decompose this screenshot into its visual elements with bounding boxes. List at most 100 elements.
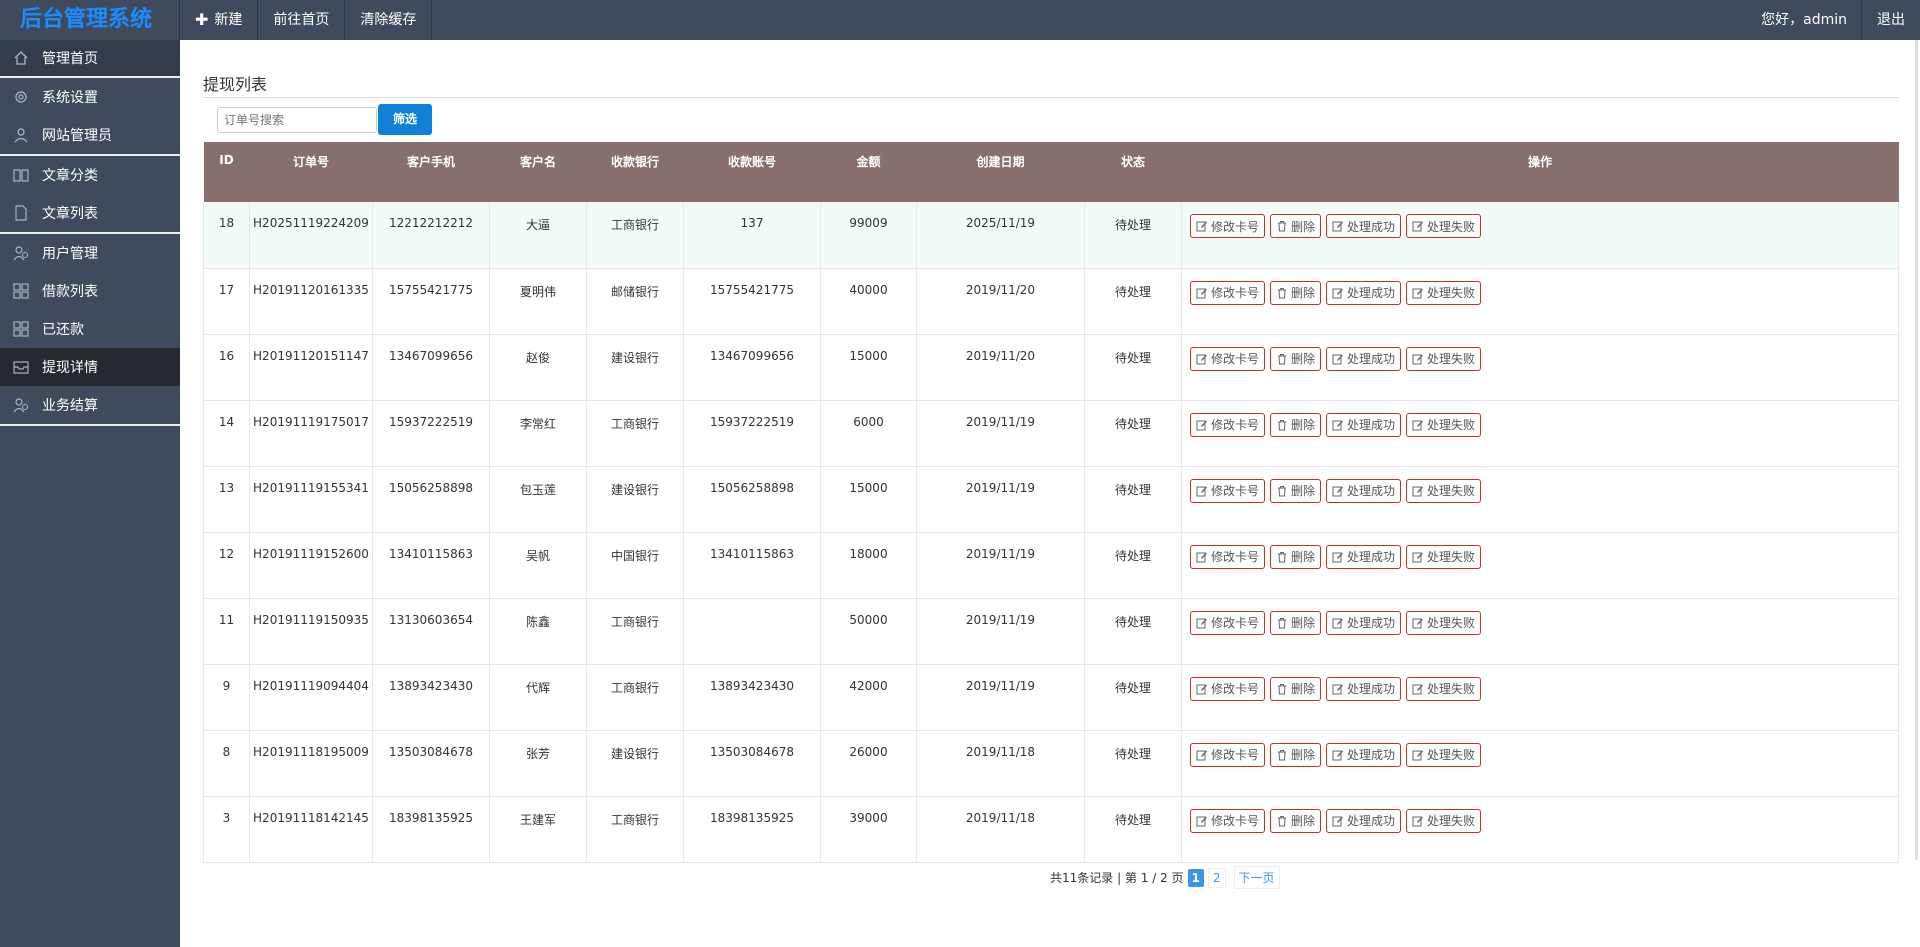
edit-card-button[interactable]: 修改卡号 — [1190, 478, 1266, 503]
cell-phone: 13893423430 — [372, 664, 490, 731]
logout-link[interactable]: 退出 — [1861, 0, 1920, 40]
delete-button[interactable]: 删除 — [1270, 544, 1322, 569]
app-logo[interactable]: 后台管理系统 — [0, 0, 180, 40]
edit-card-button-label: 修改卡号 — [1211, 484, 1260, 498]
main-content: 提现列表 筛选 ID订单号客户手机客户名收款银行收款账号金额创建日期状态操作 1… — [180, 40, 1920, 947]
mark-success-button[interactable]: 处理成功 — [1326, 214, 1402, 238]
mark-fail-button[interactable]: 处理失败 — [1406, 478, 1482, 503]
mark-fail-button[interactable]: 处理失败 — [1406, 544, 1482, 569]
edit-card-button-label: 修改卡号 — [1211, 748, 1260, 762]
column-header: ID — [203, 142, 250, 202]
mark-fail-button[interactable]: 处理失败 — [1406, 742, 1482, 767]
edit-icon — [1412, 749, 1424, 761]
mark-success-button[interactable]: 处理成功 — [1326, 544, 1402, 569]
users-icon — [12, 396, 30, 414]
mark-fail-button[interactable]: 处理失败 — [1406, 412, 1482, 437]
mark-fail-button[interactable]: 处理失败 — [1406, 808, 1482, 833]
sidebar-item-loans[interactable]: 借款列表 — [0, 272, 180, 310]
cell-account: 13410115863 — [683, 532, 821, 599]
grid-icon — [12, 282, 30, 300]
edit-icon — [1332, 353, 1344, 365]
sidebar-item-withdrawals[interactable]: 提现详情 — [0, 348, 180, 386]
mark-success-button[interactable]: 处理成功 — [1326, 676, 1402, 701]
mark-success-button[interactable]: 处理成功 — [1326, 412, 1402, 437]
sidebar-item-label: 文章列表 — [42, 206, 98, 222]
scrollbar[interactable] — [1915, 40, 1918, 860]
sidebar-item-dashboard[interactable]: 管理首页 — [0, 40, 180, 76]
mark-success-button[interactable]: 处理成功 — [1326, 742, 1402, 767]
cell-bank: 工商银行 — [586, 664, 684, 731]
page-current[interactable]: 1 — [1187, 868, 1204, 887]
mark-fail-button[interactable]: 处理失败 — [1406, 214, 1482, 238]
cell-phone: 15056258898 — [372, 466, 490, 533]
mark-fail-button[interactable]: 处理失败 — [1406, 346, 1482, 371]
cell-account: 13467099656 — [683, 334, 821, 401]
edit-icon — [1332, 617, 1344, 629]
edit-card-button[interactable]: 修改卡号 — [1190, 412, 1266, 437]
mark-success-button-label: 处理成功 — [1347, 616, 1396, 630]
next-page-link[interactable]: 下一页 — [1233, 866, 1280, 889]
go-home-label: 前往首页 — [273, 12, 330, 28]
sidebar-item-admins[interactable]: 网站管理员 — [0, 116, 180, 154]
top-nav: ✚ 新建 前往首页 清除缓存 — [180, 0, 433, 40]
page-2-link[interactable]: 2 — [1207, 867, 1226, 888]
delete-button[interactable]: 删除 — [1270, 808, 1322, 833]
cell-customer-name: 代辉 — [489, 664, 587, 731]
cell-actions: 修改卡号 删除 处理成功 处理失败 — [1181, 730, 1899, 797]
edit-card-button[interactable]: 修改卡号 — [1190, 676, 1266, 701]
mark-fail-button-label: 处理失败 — [1427, 616, 1476, 630]
table-row: 11 H20191119150935 13130603654 陈鑫 工商银行 50000 2… — [203, 598, 1899, 665]
mark-success-button[interactable]: 处理成功 — [1326, 280, 1402, 305]
edit-card-button[interactable]: 修改卡号 — [1190, 742, 1266, 767]
edit-card-button[interactable]: 修改卡号 — [1190, 214, 1266, 238]
delete-button[interactable]: 删除 — [1270, 280, 1322, 305]
edit-card-button[interactable]: 修改卡号 — [1190, 280, 1266, 305]
clear-cache-link[interactable]: 清除缓存 — [345, 0, 433, 40]
edit-card-button[interactable]: 修改卡号 — [1190, 610, 1266, 635]
delete-button[interactable]: 删除 — [1270, 214, 1322, 238]
cell-phone: 13410115863 — [372, 532, 490, 599]
mark-success-button[interactable]: 处理成功 — [1326, 808, 1402, 833]
delete-button[interactable]: 删除 — [1270, 610, 1322, 635]
cell-actions: 修改卡号 删除 处理成功 处理失败 — [1181, 268, 1899, 335]
edit-card-button[interactable]: 修改卡号 — [1190, 346, 1266, 371]
mark-fail-button[interactable]: 处理失败 — [1406, 280, 1482, 305]
sidebar-item-label: 借款列表 — [42, 284, 98, 300]
mark-success-button[interactable]: 处理成功 — [1326, 610, 1402, 635]
go-home-link[interactable]: 前往首页 — [258, 0, 346, 40]
cell-date: 2019/11/18 — [916, 796, 1085, 863]
cell-account: 137 — [683, 202, 821, 269]
mark-fail-button[interactable]: 处理失败 — [1406, 610, 1482, 635]
edit-icon — [1412, 220, 1424, 232]
trash-icon — [1276, 749, 1288, 761]
mark-fail-button[interactable]: 处理失败 — [1406, 676, 1482, 701]
delete-button-label: 删除 — [1291, 484, 1316, 498]
delete-button[interactable]: 删除 — [1270, 412, 1322, 437]
mark-success-button[interactable]: 处理成功 — [1326, 478, 1402, 503]
new-button[interactable]: ✚ 新建 — [180, 0, 259, 40]
edit-icon — [1332, 419, 1344, 431]
delete-button[interactable]: 删除 — [1270, 742, 1322, 767]
sidebar-item-article-categories[interactable]: 文章分类 — [0, 156, 180, 194]
mark-success-button[interactable]: 处理成功 — [1326, 346, 1402, 371]
delete-button-label: 删除 — [1291, 748, 1316, 762]
edit-card-button[interactable]: 修改卡号 — [1190, 544, 1266, 569]
delete-button[interactable]: 删除 — [1270, 346, 1322, 371]
cell-id: 3 — [203, 796, 250, 863]
sidebar-divider — [0, 154, 180, 156]
delete-button[interactable]: 删除 — [1270, 478, 1322, 503]
order-search-input[interactable] — [217, 107, 377, 133]
sidebar-item-repaid[interactable]: 已还款 — [0, 310, 180, 348]
trash-icon — [1276, 353, 1288, 365]
filter-button[interactable]: 筛选 — [378, 104, 432, 135]
sidebar-item-label: 系统设置 — [42, 90, 98, 106]
edit-card-button[interactable]: 修改卡号 — [1190, 808, 1266, 833]
sidebar-item-settlement[interactable]: 业务结算 — [0, 386, 180, 424]
column-header: 收款银行 — [586, 142, 684, 202]
sidebar-item-users[interactable]: 用户管理 — [0, 234, 180, 272]
sidebar-item-article-list[interactable]: 文章列表 — [0, 194, 180, 232]
row-actions: 修改卡号 删除 处理成功 处理失败 — [1182, 808, 1898, 833]
edit-card-button-label: 修改卡号 — [1211, 286, 1260, 300]
delete-button[interactable]: 删除 — [1270, 676, 1322, 701]
sidebar-item-settings[interactable]: 系统设置 — [0, 78, 180, 116]
